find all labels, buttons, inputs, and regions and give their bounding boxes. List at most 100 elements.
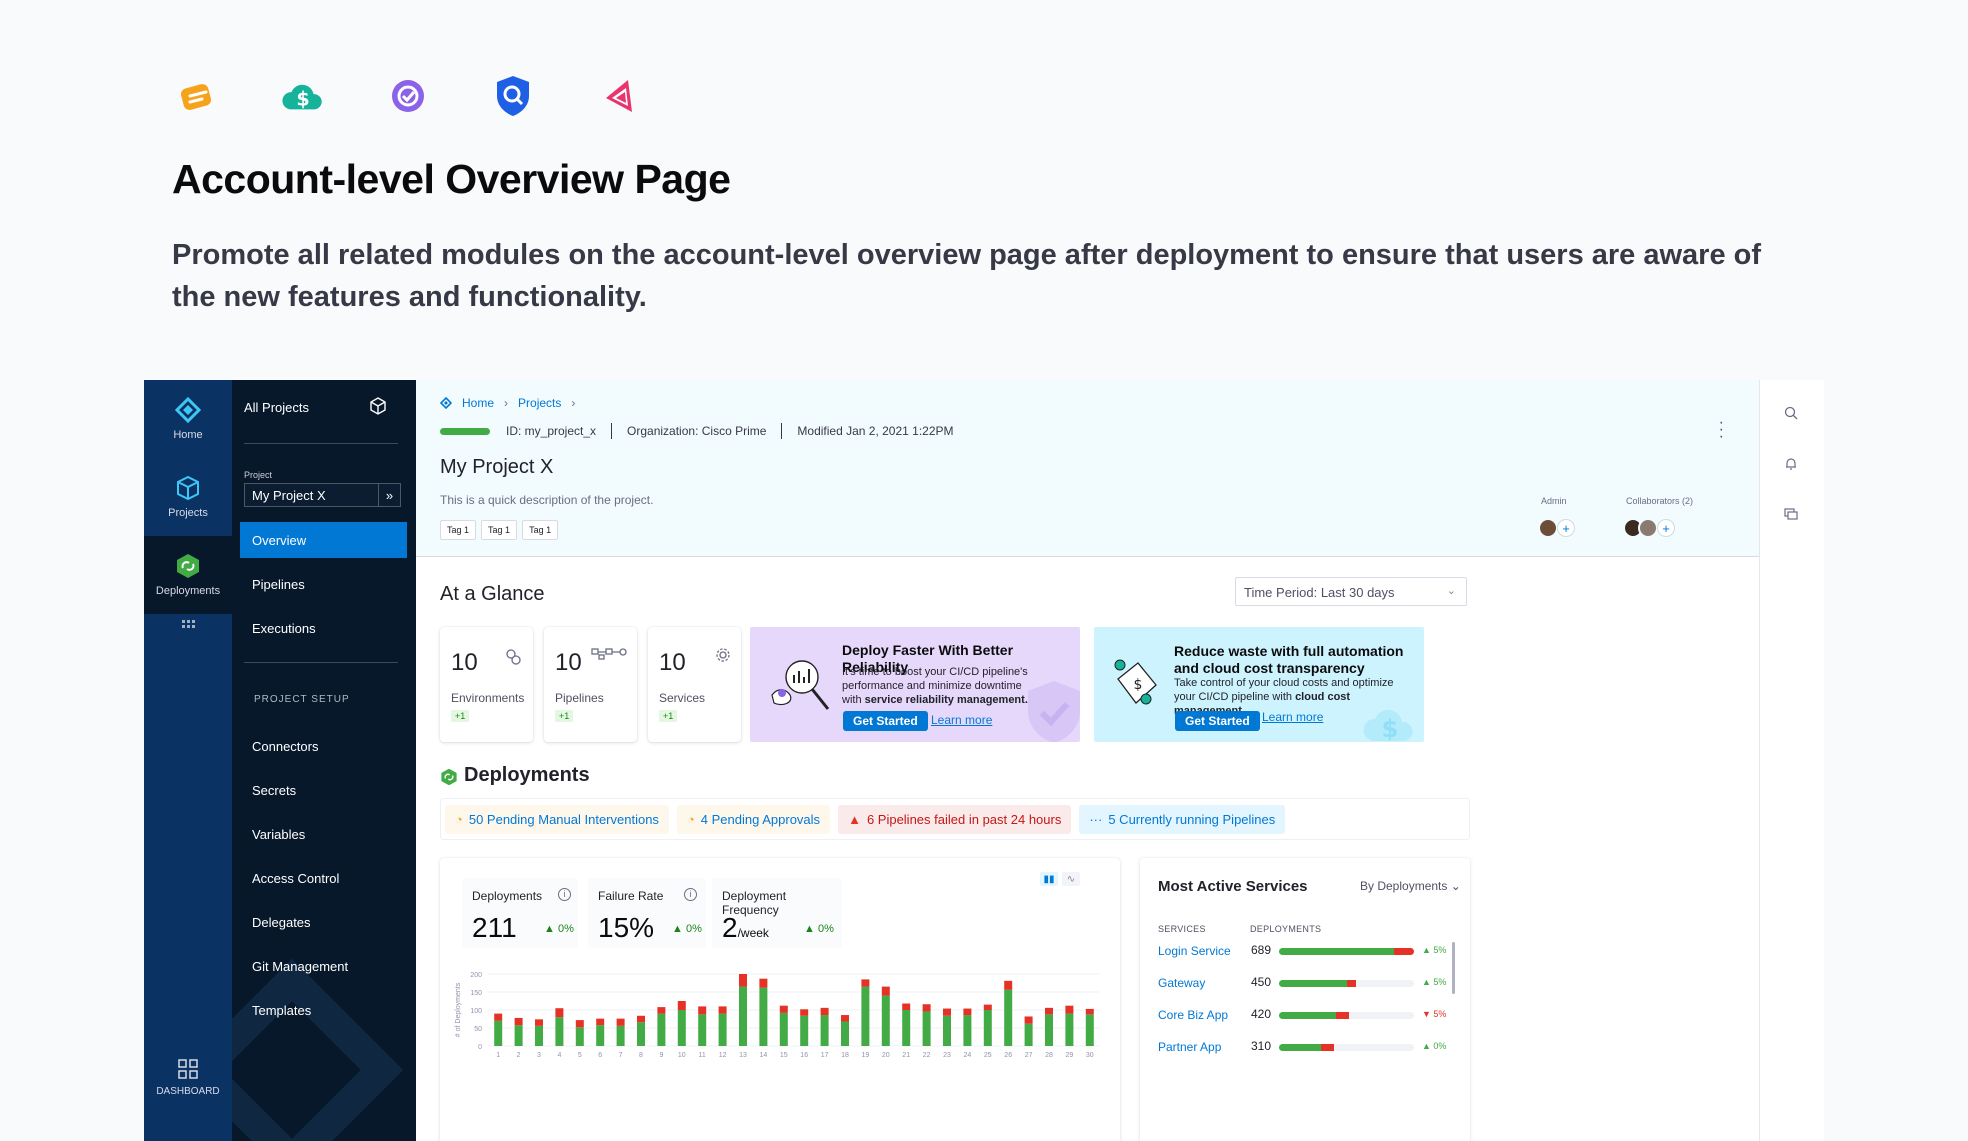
project-selector[interactable]: My Project X » — [244, 483, 401, 507]
apps-grid-icon[interactable] — [180, 618, 196, 634]
nav-dashboard[interactable]: DASHBOARD — [144, 1058, 232, 1097]
badge-pending-approvals[interactable]: ◔ 4 Pending Approvals — [676, 804, 831, 834]
x-tick-label: 30 — [1086, 1052, 1094, 1059]
service-reliability-icon — [386, 74, 430, 118]
stat-label: Services — [659, 691, 706, 705]
nav-link-overview[interactable]: Overview — [240, 522, 407, 558]
bar-failed — [1065, 1005, 1074, 1014]
nav-link-git-management[interactable]: Git Management — [240, 948, 407, 984]
nav-link-executions[interactable]: Executions — [240, 610, 407, 646]
nav-projects[interactable]: Projects — [144, 458, 232, 536]
learn-more-link[interactable]: Learn more — [1262, 710, 1323, 724]
bar-failed — [963, 1008, 972, 1016]
badge-label: 50 Pending Manual Interventions — [468, 811, 659, 827]
badge-running-pipelines[interactable]: ··· 5 Currently running Pipelines — [1079, 804, 1286, 834]
x-tick-label: 18 — [841, 1052, 849, 1059]
info-icon[interactable]: i — [558, 888, 571, 901]
failure-segment — [1393, 948, 1414, 955]
bar-failed — [800, 1009, 809, 1016]
bar-success — [902, 1010, 911, 1046]
nav-link-access-control[interactable]: Access Control — [240, 860, 407, 896]
nav-link-connectors[interactable]: Connectors — [240, 728, 407, 764]
project-modified: Modified Jan 2, 2021 1:22PM — [797, 424, 954, 438]
line-chart-icon[interactable]: ∿ — [1062, 872, 1080, 886]
x-tick-label: 2 — [517, 1052, 521, 1059]
nav-link-secrets[interactable]: Secrets — [240, 772, 407, 808]
nav-link-variables[interactable]: Variables — [240, 816, 407, 852]
deployments-chart-panel: Deployments i 211 ▲ 0% Failure Rate i 15… — [440, 858, 1120, 1141]
learn-more-link[interactable]: Learn more — [931, 713, 992, 727]
tag: Tag 1 — [481, 520, 518, 540]
all-projects-link[interactable]: All Projects — [244, 400, 309, 415]
bar-success — [1004, 989, 1013, 1046]
bar-failed — [841, 1015, 849, 1022]
divider — [244, 662, 398, 663]
projects-cube-icon[interactable] — [368, 396, 388, 416]
info-icon[interactable]: i — [684, 888, 697, 901]
bar-failed — [881, 986, 890, 996]
collaborators-label: Collaborators (2) — [1626, 496, 1694, 506]
service-delta: ▲ 5% — [1422, 977, 1447, 987]
scrollbar[interactable] — [1452, 942, 1455, 994]
service-name[interactable]: Login Service — [1158, 944, 1231, 958]
avatar[interactable] — [1538, 518, 1558, 538]
bar-failed — [718, 1006, 727, 1014]
get-started-button[interactable]: Get Started — [843, 711, 928, 731]
chaos-engineering-icon — [596, 74, 640, 118]
bell-icon[interactable] — [1784, 457, 1798, 471]
service-name[interactable]: Core Biz App — [1158, 1008, 1228, 1022]
admin-label: Admin — [1541, 496, 1567, 506]
nav-home[interactable]: Home — [144, 380, 232, 458]
time-period-select[interactable]: Time Period: Last 30 days ⌄ — [1235, 577, 1467, 606]
service-name[interactable]: Gateway — [1158, 976, 1205, 990]
right-rail — [1759, 380, 1824, 1141]
badge-manual-interventions[interactable]: ◔ 50 Pending Manual Interventions — [445, 804, 669, 834]
project-header: Home › Projects › ID: my_project_x Organ… — [416, 380, 1759, 557]
sort-by-select[interactable]: By Deployments ⌄ — [1360, 879, 1461, 893]
badge-failed-pipelines[interactable]: ▲ 6 Pipelines failed in past 24 hours — [838, 804, 1072, 834]
success-segment — [1279, 948, 1394, 955]
x-tick-label: 13 — [739, 1052, 747, 1059]
failure-segment — [1346, 980, 1356, 987]
chat-icon[interactable] — [1784, 507, 1798, 521]
nav-link-pipelines[interactable]: Pipelines — [240, 566, 407, 602]
metric-delta-value: 0% — [685, 923, 702, 935]
metric-delta-value: 0% — [557, 923, 574, 935]
add-collaborator-button[interactable]: + — [1657, 519, 1675, 537]
service-row: Core Biz App 420 ▼ 5% — [1158, 1006, 1448, 1026]
module-icons: $ — [176, 74, 701, 118]
badge-label: 6 Pipelines failed in past 24 hours — [866, 811, 1062, 827]
nav-link-templates[interactable]: Templates — [240, 992, 407, 1028]
x-tick-label: 21 — [902, 1052, 910, 1059]
double-chevron-icon[interactable]: » — [378, 484, 400, 506]
stat-card-services[interactable]: 10 Services +1 — [648, 627, 741, 742]
deployment-badges: ◔ 50 Pending Manual Interventions ◔ 4 Pend… — [440, 798, 1470, 840]
breadcrumb-projects[interactable]: Projects — [518, 396, 561, 410]
service-name[interactable]: Partner App — [1158, 1040, 1221, 1054]
add-admin-button[interactable]: + — [1557, 519, 1575, 537]
stat-card-environments[interactable]: 10 Environments +1 — [440, 627, 533, 742]
search-icon[interactable] — [1784, 406, 1798, 420]
metric-label: Failure Rate — [598, 889, 664, 903]
stat-value: 10 — [555, 649, 582, 676]
bar-chart-icon[interactable]: ▮▮ — [1040, 872, 1058, 886]
bar-success — [841, 1021, 849, 1046]
x-tick-label: 7 — [619, 1052, 623, 1059]
nav-deployments[interactable]: Deployments — [144, 536, 232, 614]
success-segment — [1279, 1012, 1336, 1019]
deployments-icon — [177, 554, 199, 578]
project-description: This is a quick description of the proje… — [440, 493, 654, 507]
bar-success — [759, 987, 768, 1046]
stat-card-pipelines[interactable]: 10 Pipelines +1 — [544, 627, 637, 742]
breadcrumb-home[interactable]: Home — [462, 396, 494, 410]
nav-link-delegates[interactable]: Delegates — [240, 904, 407, 940]
harness-logo-icon — [175, 397, 201, 423]
x-tick-label: 29 — [1066, 1052, 1074, 1059]
y-tick-label: 0 — [478, 1044, 482, 1051]
more-options-icon[interactable]: · · · — [1719, 415, 1724, 445]
bar-success — [494, 1020, 503, 1046]
x-tick-label: 26 — [1004, 1052, 1012, 1059]
avatar[interactable] — [1638, 518, 1658, 538]
get-started-button[interactable]: Get Started — [1175, 711, 1260, 731]
bar-failed — [861, 979, 870, 987]
